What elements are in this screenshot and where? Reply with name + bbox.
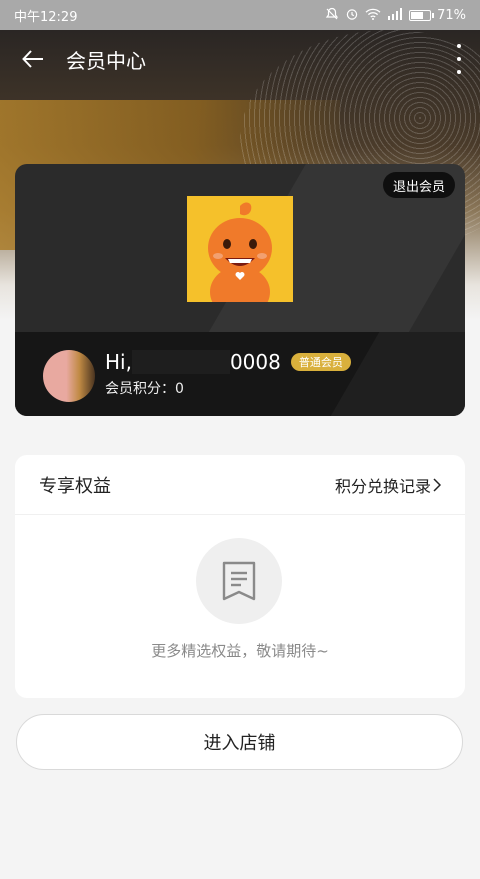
member-points: 会员积分：0	[105, 381, 184, 397]
empty-state-icon-wrap	[196, 538, 282, 624]
benefits-header: 专享权益 积分兑换记录	[15, 455, 465, 515]
empty-state-text: 更多精选权益，敬请期待~	[151, 642, 329, 660]
signal-icon	[387, 8, 403, 22]
back-arrow-icon	[22, 50, 43, 68]
battery-percent: 71%	[437, 7, 466, 23]
status-bar: 中午12:29 71%	[0, 0, 480, 30]
enter-store-button[interactable]: 进入店铺	[16, 714, 463, 770]
benefits-card: 专享权益 积分兑换记录 更多精选权益，敬请期待~	[15, 455, 465, 698]
member-level-badge: 普通会员	[290, 353, 351, 371]
points-exchange-records-link[interactable]: 积分兑换记录	[335, 473, 441, 497]
toolbar: 会员中心	[0, 30, 480, 88]
benefits-title: 专享权益	[39, 475, 111, 497]
more-menu-button[interactable]	[452, 44, 466, 74]
battery-icon	[409, 9, 435, 21]
wifi-icon	[365, 8, 381, 22]
more-dot-icon	[457, 44, 461, 48]
silent-bell-icon	[325, 7, 339, 23]
page-title: 会员中心	[66, 48, 146, 73]
status-time: 中午12:29	[14, 9, 78, 25]
username-suffix: 0008	[229, 350, 281, 374]
logout-member-button[interactable]: 退出会员	[382, 172, 455, 198]
user-avatar[interactable]	[43, 350, 95, 402]
greeting-prefix: Hi,	[105, 350, 132, 374]
battery-fill	[411, 11, 424, 19]
greeting-line: Hi, 0008 普通会员	[105, 350, 351, 374]
back-button[interactable]	[0, 30, 66, 88]
mascot-image	[187, 196, 293, 302]
masked-username	[131, 350, 230, 374]
records-link-label: 积分兑换记录	[334, 476, 431, 496]
alarm-icon	[345, 7, 359, 23]
bookmark-document-icon	[222, 561, 256, 601]
member-card: 退出会员 Hi, 0008 普通会员 会员积分：0	[15, 164, 465, 416]
more-dot-icon	[457, 70, 461, 74]
more-dot-icon	[457, 57, 461, 61]
card-footer-stripe	[330, 332, 465, 416]
chevron-right-icon	[433, 477, 441, 492]
status-icons: 71%	[325, 7, 466, 23]
